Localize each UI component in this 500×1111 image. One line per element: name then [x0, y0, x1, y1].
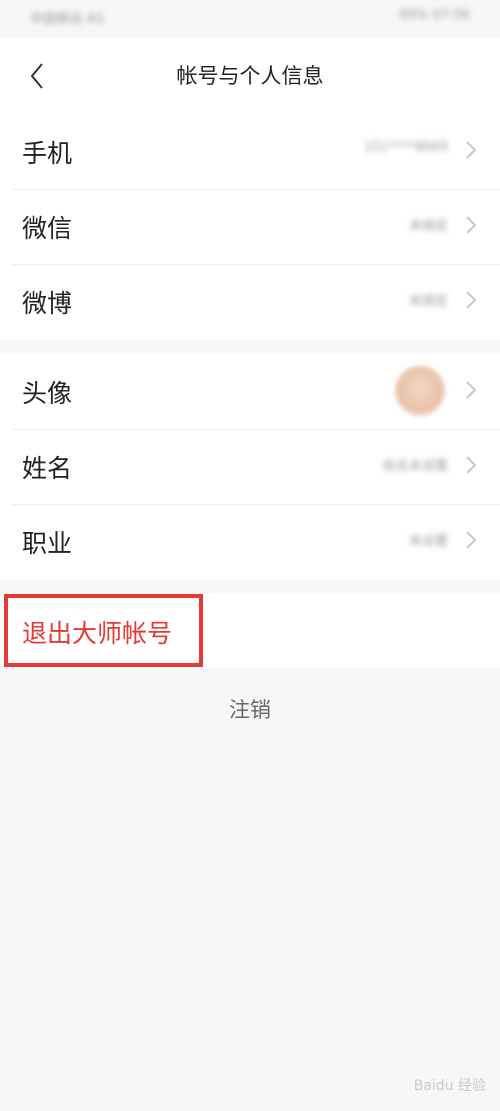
row-label: 头像 — [22, 379, 73, 408]
account-bindings-group: 手机 151****8669 微信 未绑定 微博 未绑定 — [0, 114, 500, 340]
nav-bar: 帐号与个人信息 — [0, 38, 500, 114]
row-label: 手机 — [22, 139, 73, 168]
row-occupation[interactable]: 职业 未设置 — [0, 504, 500, 579]
row-phone[interactable]: 手机 151****8669 — [0, 114, 500, 189]
status-time: 89% 07:56 — [399, 8, 471, 23]
chevron-right-icon — [466, 291, 477, 309]
row-value: 未设置 — [408, 534, 448, 549]
logout-group: 退出大师帐号 — [0, 594, 500, 668]
row-weibo[interactable]: 微博 未绑定 — [0, 264, 500, 339]
avatar — [395, 366, 445, 416]
logout-button[interactable]: 退出大师帐号 — [0, 594, 500, 668]
status-bar: 中国移动 4G 89% 07:56 — [0, 0, 500, 38]
chevron-right-icon — [466, 381, 477, 399]
row-label: 职业 — [22, 529, 73, 558]
row-value: 姓名未设置 — [382, 459, 448, 474]
row-value: 未绑定 — [408, 219, 448, 234]
watermark: Baidu 经验 — [413, 1078, 486, 1094]
chevron-right-icon — [466, 531, 477, 549]
row-name[interactable]: 姓名 姓名未设置 — [0, 429, 500, 504]
row-value: 未绑定 — [408, 294, 448, 309]
row-label: 微信 — [22, 214, 73, 243]
chevron-right-icon — [466, 216, 477, 234]
deactivate-account-link[interactable]: 注销 — [0, 694, 500, 724]
row-label: 姓名 — [22, 454, 73, 483]
row-wechat[interactable]: 微信 未绑定 — [0, 189, 500, 264]
row-label: 微博 — [22, 289, 73, 318]
profile-group: 头像 姓名 姓名未设置 职业 未设置 — [0, 354, 500, 580]
row-avatar[interactable]: 头像 — [0, 354, 500, 429]
page-title: 帐号与个人信息 — [176, 64, 324, 88]
row-value: 151****8669 — [364, 140, 448, 155]
chevron-right-icon — [466, 141, 477, 159]
carrier-text: 中国移动 4G — [30, 12, 105, 27]
logout-label: 退出大师帐号 — [22, 619, 173, 648]
chevron-right-icon — [466, 456, 477, 474]
